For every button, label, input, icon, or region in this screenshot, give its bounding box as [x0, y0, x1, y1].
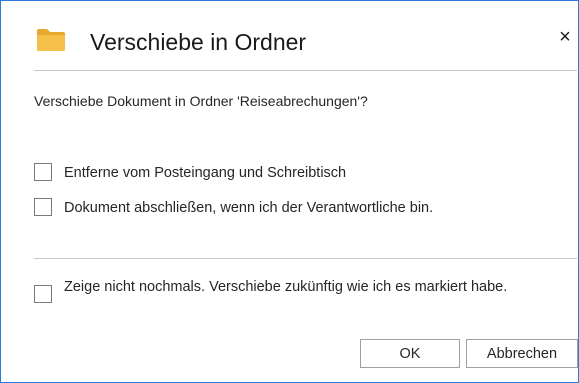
dialog-header: Verschiebe in Ordner × [1, 1, 578, 69]
dont-show-again-label[interactable]: Zeige nicht nochmals. Verschiebe zukünft… [64, 277, 574, 297]
move-to-folder-dialog: Verschiebe in Ordner × Verschiebe Dokume… [0, 0, 579, 383]
remove-from-inbox-checkbox[interactable] [34, 163, 52, 181]
dialog-message: Verschiebe Dokument in Ordner 'Reiseabre… [34, 93, 368, 109]
cancel-button[interactable]: Abbrechen [466, 339, 578, 368]
ok-button[interactable]: OK [360, 339, 460, 368]
header-divider [34, 70, 577, 71]
close-button[interactable]: × [554, 27, 576, 49]
remove-from-inbox-label[interactable]: Entferne vom Posteingang und Schreibtisc… [64, 163, 346, 183]
close-document-label[interactable]: Dokument abschließen, wenn ich der Veran… [64, 198, 433, 218]
dialog-title: Verschiebe in Ordner [90, 29, 307, 55]
folder-icon [36, 28, 66, 52]
options-divider [34, 258, 577, 259]
dont-show-again-checkbox[interactable] [34, 285, 52, 303]
close-document-checkbox[interactable] [34, 198, 52, 216]
